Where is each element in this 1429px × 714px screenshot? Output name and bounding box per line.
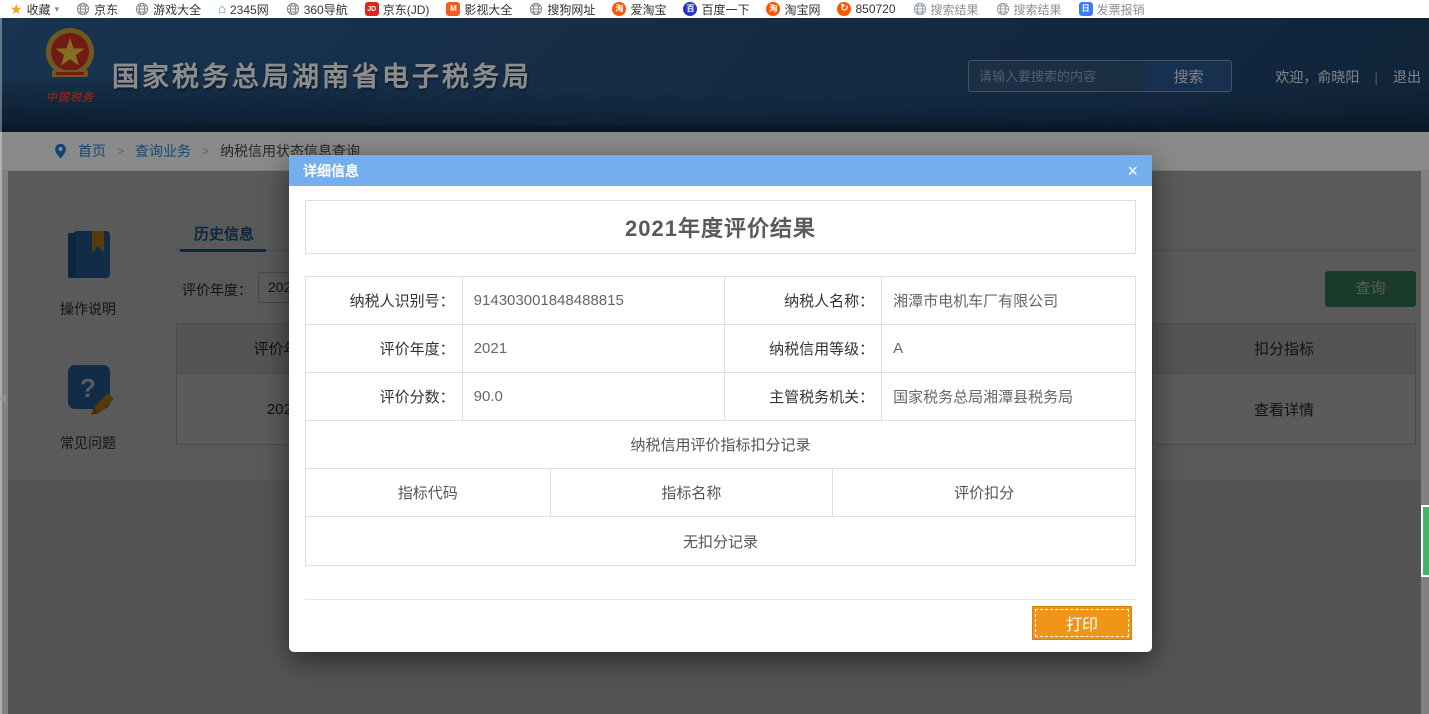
deduction-header-row: 指标代码 指标名称 评价扣分 [306,469,1135,517]
taxpayer-name-label: 纳税人名称： [725,277,883,324]
bookmark-item[interactable]: 360导航 [286,1,348,18]
modal-title-bar: 详细信息 × [289,155,1152,186]
globe-icon [529,2,543,16]
bookmark-item[interactable]: M 影视大全 [446,1,512,18]
bookmark-item[interactable]: 搜索结果 [996,1,1062,18]
globe-icon [135,2,149,16]
bookmark-item[interactable]: JD 京东(JD) [365,1,430,18]
taxpayer-id-value: 914303001848488815 [463,277,725,324]
browser-window: ★ 收藏 ▾ 京东 游戏大全 ⌂ 2345网 360导航 JD 京东(JD) M… [0,0,1429,714]
favorites-menu[interactable]: ★ 收藏 ▾ [10,1,59,18]
baidu-icon: 百 [683,2,697,16]
deduction-score-header: 评价扣分 [833,469,1135,516]
credit-level-value: A [882,325,1135,372]
modal-title: 详细信息 [303,161,359,181]
info-row: 纳税人识别号： 914303001848488815 纳税人名称： 湘潭市电机车… [306,277,1135,325]
bookmark-item[interactable]: 百 百度一下 [683,1,749,18]
bookmark-item[interactable]: 搜狗网址 [529,1,595,18]
print-button[interactable]: 打印 [1032,606,1132,640]
side-floating-widget[interactable] [1421,505,1429,577]
evaluation-score-value: 90.0 [463,373,725,420]
evaluation-info-table: 纳税人识别号： 914303001848488815 纳税人名称： 湘潭市电机车… [305,276,1136,566]
taobao-icon: 淘 [612,2,626,16]
evaluation-year-label: 评价年度： [306,325,463,372]
bookmark-item[interactable]: 搜索结果 [913,1,979,18]
evaluation-year-value: 2021 [463,325,725,372]
globe-icon [76,2,90,16]
tax-authority-label: 主管税务机关： [725,373,883,420]
taxpayer-name-value: 湘潭市电机车厂有限公司 [882,277,1135,324]
globe-icon [913,2,927,16]
modal-footer: 打印 [305,600,1136,640]
collapse-panel-arrow-icon[interactable] [0,394,6,404]
tax-authority-value: 国家税务总局湘潭县税务局 [882,373,1135,420]
evaluation-result-heading: 2021年度评价结果 [305,200,1136,254]
bookmark-item[interactable]: 淘 爱淘宝 [612,1,666,18]
bookmark-item[interactable]: 京东 [76,1,118,18]
bookmark-item[interactable]: ⌂ 2345网 [218,1,269,18]
bookmark-item[interactable]: ↻ 850720 [837,2,895,16]
star-icon: ★ [10,2,23,16]
bookmark-item[interactable]: 淘 淘宝网 [766,1,820,18]
indicator-code-header: 指标代码 [306,469,551,516]
refresh-icon: ↻ [837,2,851,16]
taobao-icon: 淘 [766,2,780,16]
info-row: 评价年度： 2021 纳税信用等级： A [306,325,1135,373]
caret-down-icon: ▾ [55,4,60,15]
house-2345-icon: ⌂ [218,2,226,16]
evaluation-score-label: 评价分数： [306,373,463,420]
deduction-section-title: 纳税信用评价指标扣分记录 [306,421,1135,469]
video-icon: M [446,2,460,16]
fapiao-icon: 日 [1079,2,1093,16]
globe-icon [996,2,1010,16]
no-deduction-record-text: 无扣分记录 [306,517,1135,565]
detail-modal: 详细信息 × 2021年度评价结果 纳税人识别号： 91430300184848… [289,155,1152,652]
window-edge [0,18,2,714]
favorites-label: 收藏 [27,1,51,18]
bookmarks-bar: ★ 收藏 ▾ 京东 游戏大全 ⌂ 2345网 360导航 JD 京东(JD) M… [0,0,1429,18]
info-row: 评价分数： 90.0 主管税务机关： 国家税务总局湘潭县税务局 [306,373,1135,421]
taxpayer-id-label: 纳税人识别号： [306,277,463,324]
close-icon[interactable]: × [1127,162,1138,180]
bookmark-item[interactable]: 日 发票报销 [1079,1,1145,18]
indicator-name-header: 指标名称 [551,469,834,516]
credit-level-label: 纳税信用等级： [725,325,883,372]
globe-icon [286,2,300,16]
modal-body: 2021年度评价结果 纳税人识别号： 914303001848488815 纳税… [289,200,1152,640]
jd-icon: JD [365,2,379,16]
bookmark-item[interactable]: 游戏大全 [135,1,201,18]
